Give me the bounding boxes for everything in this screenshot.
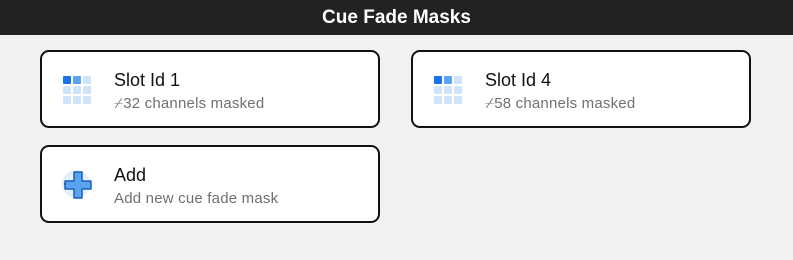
card-title: Add — [114, 165, 147, 185]
card-title: Slot Id 1 — [114, 70, 181, 90]
mask-card-slot-4[interactable]: Slot Id 4 ⌿58 channels masked — [411, 50, 751, 128]
window-title-bar: Cue Fade Masks — [0, 0, 793, 35]
grid-icon — [61, 72, 95, 106]
grid-icon — [432, 72, 466, 106]
card-subtitle: ⌿32 channels masked — [114, 95, 265, 112]
card-subtitle: Add new cue fade mask — [114, 190, 279, 207]
card-title: Slot Id 4 — [485, 70, 552, 90]
card-subtitle: ⌿58 channels masked — [485, 95, 636, 112]
window-title: Cue Fade Masks — [322, 6, 471, 28]
mask-card-slot-1[interactable]: Slot Id 1 ⌿32 channels masked — [40, 50, 380, 128]
plus-icon — [61, 167, 95, 201]
add-mask-card[interactable]: Add Add new cue fade mask — [40, 145, 380, 223]
